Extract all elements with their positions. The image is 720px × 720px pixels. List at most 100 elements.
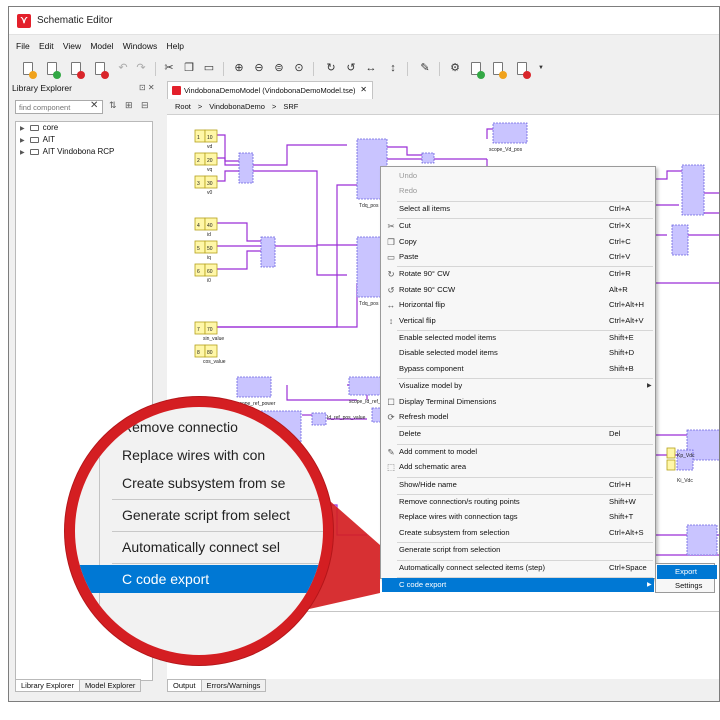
block-label: v0 xyxy=(207,190,213,196)
menu-item-cut[interactable]: ✂ Cut Ctrl+X xyxy=(382,219,654,233)
menu-item-label: Undo xyxy=(399,171,418,180)
const-value: 20 xyxy=(207,158,213,164)
flip-vertical-icon: ↕ xyxy=(388,315,394,326)
menu-item-paste[interactable]: ▭ Paste Ctrl+V xyxy=(382,250,654,264)
menu-item-bypass-component[interactable]: Bypass component Shift+B xyxy=(382,362,654,376)
compile-icon[interactable] xyxy=(471,62,485,79)
open-model-icon[interactable] xyxy=(71,62,85,79)
menu-item-shortcut: Shift+D xyxy=(609,348,635,358)
menu-item-add-schematic-area[interactable]: ⬚ Add schematic area xyxy=(382,460,654,474)
menu-item-show-hide-name[interactable]: Show/Hide name Ctrl+H xyxy=(382,478,654,492)
breadcrumb-root[interactable]: Root xyxy=(175,102,191,111)
menu-windows[interactable]: Windows xyxy=(123,41,157,51)
cut-icon[interactable]: ✂ xyxy=(161,60,177,77)
collapse-all-icon[interactable]: ⊟ xyxy=(141,100,149,111)
menu-item-visualize-model-by[interactable]: Visualize model by ▶ xyxy=(382,379,654,393)
tab-model-explorer[interactable]: Model Explorer xyxy=(78,679,142,692)
rotate-cw-icon[interactable]: ↻ xyxy=(323,60,339,77)
menu-item-enable-selected-model-items[interactable]: Enable selected model items Shift+E xyxy=(382,331,654,345)
export-icon[interactable] xyxy=(517,62,531,79)
block-label: iq xyxy=(207,255,211,261)
menu-item-refresh-model[interactable]: ⟳ Refresh model xyxy=(382,410,654,424)
menu-item-vertical-flip[interactable]: ↕ Vertical flip Ctrl+Alt+V xyxy=(382,314,654,328)
zoom-out-icon[interactable]: ⊖ xyxy=(251,60,267,77)
chevron-down-icon[interactable]: ▼ xyxy=(533,60,549,77)
panel-float-close-icon[interactable]: ⊡ ✕ xyxy=(139,83,155,92)
menu-view[interactable]: View xyxy=(63,41,81,51)
tab-output[interactable]: Output xyxy=(167,679,202,692)
new-model-icon[interactable] xyxy=(23,62,37,79)
settings-icon[interactable]: ⚙ xyxy=(447,60,463,77)
paste-icon[interactable]: ▭ xyxy=(201,60,217,77)
menu-item-disable-selected-model-items[interactable]: Disable selected model items Shift+D xyxy=(382,346,654,360)
menu-item-generate-script-from-selection[interactable]: Generate script from selection xyxy=(382,543,654,557)
menu-edit[interactable]: Edit xyxy=(39,41,54,51)
redo-icon[interactable]: ↷ xyxy=(133,60,149,77)
tab-model[interactable]: VindobonaDemoModel (VindobonaDemoModel.t… xyxy=(167,81,373,99)
menu-item-delete[interactable]: Delete Del xyxy=(382,427,654,441)
menu-item-select-all-items[interactable]: Select all items Ctrl+A xyxy=(382,202,654,216)
edit-properties-icon[interactable]: ✎ xyxy=(417,60,433,77)
rotate-ccw-icon[interactable]: ↺ xyxy=(343,60,359,77)
menu-item-c-code-export[interactable]: C code export ▶ xyxy=(382,578,654,592)
menu-model[interactable]: Model xyxy=(90,41,113,51)
input-port-label: 7 xyxy=(197,327,200,333)
sort-icon[interactable]: ⇅ xyxy=(109,100,117,111)
new-library-icon[interactable] xyxy=(47,62,61,79)
flip-horizontal-icon[interactable]: ↔ xyxy=(363,60,379,77)
menu-item-horizontal-flip[interactable]: ↔ Horizontal flip Ctrl+Alt+H xyxy=(382,298,654,312)
zoom-selection-icon[interactable]: ⊙ xyxy=(291,60,307,77)
zoom-in-icon[interactable]: ⊕ xyxy=(231,60,247,77)
copy-icon[interactable]: ❐ xyxy=(181,60,197,77)
const-value: 50 xyxy=(207,246,213,252)
menu-item-label: Replace wires with connection tags xyxy=(399,512,518,522)
block-label: Tdq_pos xyxy=(359,203,379,209)
flip-horizontal-icon: ↔ xyxy=(386,300,396,311)
flip-vertical-icon[interactable]: ↕ xyxy=(385,60,401,77)
input-port-label: 4 xyxy=(197,223,200,229)
menu-item-remove-connection-s-routing-points[interactable]: Remove connection/s routing points Shift+… xyxy=(382,495,654,509)
tree-item-ait[interactable]: ▶ AIT xyxy=(16,135,152,146)
tree-item-core[interactable]: ▶ core xyxy=(16,123,152,134)
menu-item-rotate-90-ccw[interactable]: ↺ Rotate 90° CCW Alt+R xyxy=(382,283,654,297)
const-value: 40 xyxy=(207,223,213,229)
const-value: 30 xyxy=(207,181,213,187)
expand-all-icon[interactable]: ⊞ xyxy=(125,100,133,111)
menu-item-label: Rotate 90° CW xyxy=(399,269,450,279)
menu-item-shortcut: Ctrl+C xyxy=(609,236,631,246)
tab-errors-warnings[interactable]: Errors/Warnings xyxy=(200,679,267,692)
menu-file[interactable]: File xyxy=(16,41,30,51)
submenu-settings[interactable]: Settings xyxy=(657,579,717,593)
submenu-export[interactable]: Export xyxy=(657,565,717,579)
menu-item-automatically-connect-selected-items-step[interactable]: Automatically connect selected items (st… xyxy=(382,561,654,575)
menu-item-shortcut: Ctrl+Alt+H xyxy=(609,300,645,310)
block-label: sin_value xyxy=(203,336,224,342)
menu-item-create-subsystem-from-selection[interactable]: Create subsystem from selection Ctrl+Alt+… xyxy=(382,526,654,540)
menu-item-label: Cut xyxy=(399,221,411,231)
menu-item-label: Disable selected model items xyxy=(399,348,498,358)
output-tabs: Output Errors/Warnings xyxy=(167,679,467,693)
clear-search-icon[interactable]: ✕ xyxy=(90,100,98,111)
menu-item-add-comment-to-model[interactable]: ✎ Add comment to model xyxy=(382,445,654,459)
library-explorer-title: Library Explorer xyxy=(12,83,72,93)
tab-library-explorer[interactable]: Library Explorer xyxy=(15,679,80,692)
breadcrumb-vindobonademo[interactable]: VindobonaDemo xyxy=(209,102,265,111)
close-tab-icon[interactable]: ✕ xyxy=(360,85,367,94)
zoom-fit-icon[interactable]: ⊜ xyxy=(271,60,287,77)
menu-item-display-terminal-dimensions[interactable]: ☐ Display Terminal Dimensions xyxy=(382,395,654,409)
folder-icon xyxy=(29,125,39,131)
model-report-icon[interactable] xyxy=(493,62,507,79)
menu-help[interactable]: Help xyxy=(166,41,183,51)
app-logo-icon: ⋎ xyxy=(17,14,31,28)
magnified-item-remove-connection: Remove connectio xyxy=(122,419,238,435)
menu-item-label: C code export xyxy=(399,580,447,589)
menu-item-rotate-90-cw[interactable]: ↻ Rotate 90° CW Ctrl+R xyxy=(382,267,654,281)
title-bar: ⋎ Schematic Editor xyxy=(9,7,719,35)
breadcrumb-srf[interactable]: SRF xyxy=(283,102,298,111)
menu-item-copy[interactable]: ❐ Copy Ctrl+C xyxy=(382,235,654,249)
menu-item-shortcut: Ctrl+Alt+V xyxy=(609,315,644,325)
undo-icon[interactable]: ↶ xyxy=(115,60,131,77)
save-model-icon[interactable] xyxy=(95,62,109,79)
tree-item-ait-vindobona-rcp[interactable]: ▶ AIT Vindobona RCP xyxy=(16,147,152,158)
menu-item-replace-wires-with-connection-tags[interactable]: Replace wires with connection tags Shift+… xyxy=(382,510,654,524)
